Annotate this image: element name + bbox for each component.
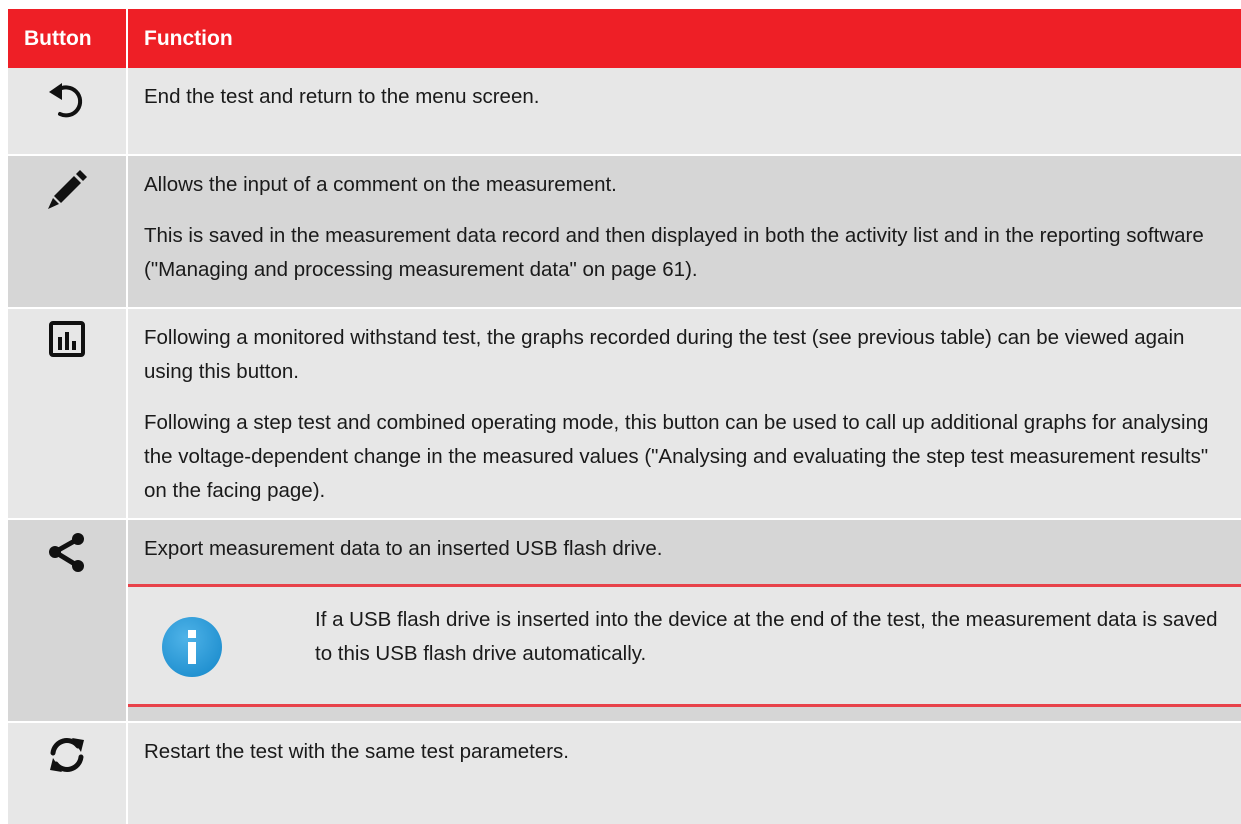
row-text: Restart the test with the same test para… [144, 740, 569, 763]
table-row: Allows the input of a comment on the mea… [8, 154, 1241, 308]
note-text: If a USB flash drive is inserted into th… [315, 608, 1218, 665]
row-text: Following a step test and combined opera… [144, 411, 1209, 502]
undo-icon [45, 83, 89, 127]
info-icon [160, 615, 224, 679]
table-row: Following a monitored withstand test, th… [8, 307, 1241, 519]
bar-chart-icon [47, 321, 87, 364]
info-note: If a USB flash drive is inserted into th… [128, 584, 1241, 707]
button-function-table: Button Function End the test and return … [8, 9, 1241, 824]
table-header-row: Button Function [8, 9, 1241, 68]
table-row: Export measurement data to an inserted U… [8, 518, 1241, 722]
header-button: Button [8, 9, 127, 68]
row-text: End the test and return to the menu scre… [144, 85, 540, 108]
row-text: Export measurement data to an inserted U… [144, 537, 663, 560]
table-row: End the test and return to the menu scre… [8, 68, 1241, 155]
header-function: Function [126, 9, 1241, 68]
row-text: This is saved in the measurement data re… [144, 224, 1204, 281]
restart-icon [45, 738, 89, 782]
pencil-icon [44, 170, 90, 217]
row-text: Allows the input of a comment on the mea… [144, 173, 617, 196]
table-row: Restart the test with the same test para… [8, 721, 1241, 824]
share-icon [44, 533, 90, 581]
row-text: Following a monitored withstand test, th… [144, 326, 1185, 383]
